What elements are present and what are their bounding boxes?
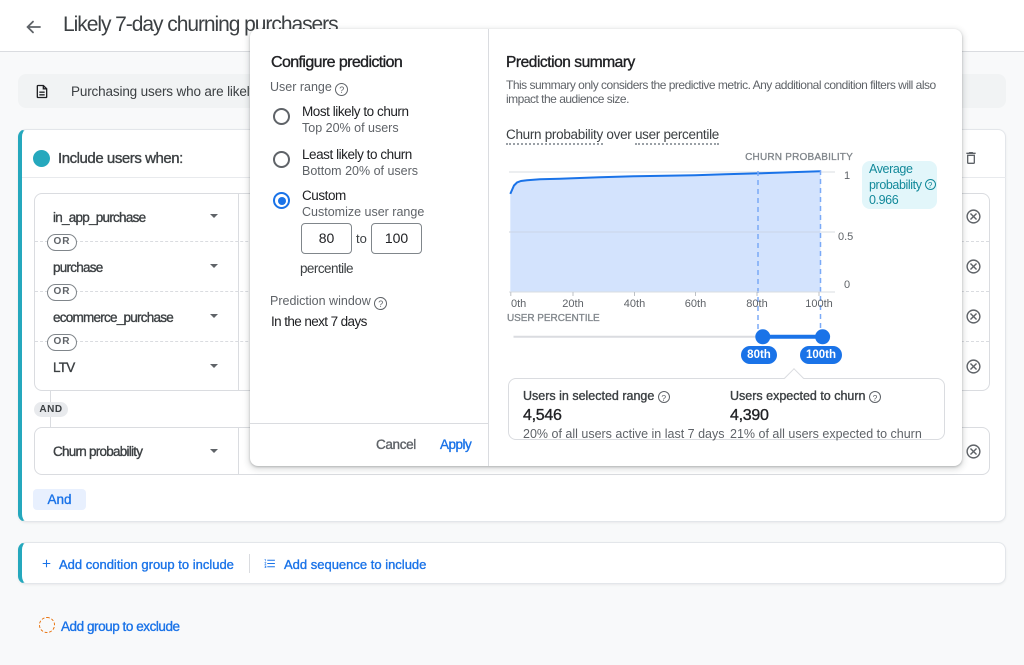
svg-text:60th: 60th — [685, 298, 706, 310]
svg-text:100th: 100th — [805, 298, 833, 310]
svg-text:1: 1 — [844, 170, 850, 182]
svg-text:0.5: 0.5 — [838, 231, 853, 243]
svg-text:0th: 0th — [511, 298, 526, 310]
svg-text:20th: 20th — [562, 298, 583, 310]
svg-text:0: 0 — [844, 279, 850, 291]
svg-text:80th: 80th — [746, 298, 767, 310]
svg-text:40th: 40th — [624, 298, 645, 310]
